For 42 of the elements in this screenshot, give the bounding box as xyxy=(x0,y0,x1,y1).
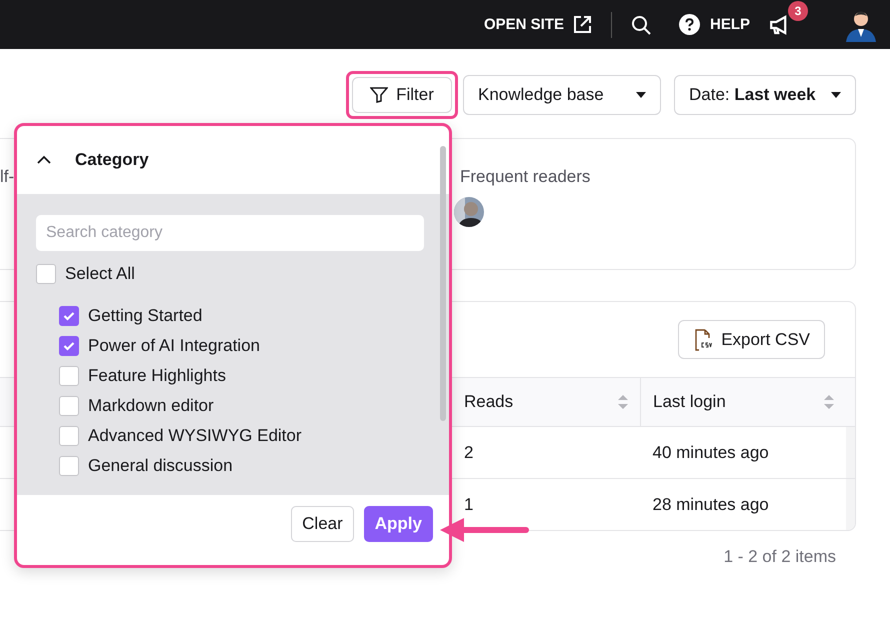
filter-icon xyxy=(370,86,388,102)
pagination-summary: 1 - 2 of 2 items xyxy=(724,547,836,566)
checkbox[interactable] xyxy=(36,264,56,284)
column-header[interactable]: Reads xyxy=(452,378,640,426)
checkbox-label[interactable]: Select All xyxy=(65,264,135,284)
caret-icon xyxy=(636,92,646,98)
clear-button[interactable]: Clear xyxy=(291,506,354,542)
filter-button[interactable]: Filter xyxy=(352,76,452,112)
checkbox[interactable] xyxy=(59,366,79,386)
checkbox[interactable] xyxy=(59,306,79,326)
export-csv-button[interactable]: Export CSV xyxy=(678,320,825,359)
checkbox-label[interactable]: Advanced WYSIWYG Editor xyxy=(88,426,302,446)
notification-badge: 3 xyxy=(788,0,808,20)
checkbox[interactable] xyxy=(59,336,79,356)
check-icon xyxy=(63,311,75,321)
checkbox[interactable] xyxy=(59,426,79,446)
caret-icon xyxy=(831,92,841,98)
chevron-icon[interactable] xyxy=(37,155,51,165)
help-icon[interactable] xyxy=(678,14,700,35)
column-label: lf- xyxy=(0,167,14,187)
section-label: Frequent readers xyxy=(460,167,590,186)
checkbox-label[interactable]: Markdown editor xyxy=(88,396,214,416)
csv-file-icon xyxy=(693,328,714,350)
checkbox[interactable] xyxy=(59,396,79,416)
checkbox-label[interactable]: Power of AI Integration xyxy=(88,336,260,356)
search-icon[interactable] xyxy=(630,14,651,34)
search-field[interactable]: Search category xyxy=(36,215,424,251)
scrollbar-thumb[interactable] xyxy=(440,146,446,421)
checkbox-label[interactable]: General discussion xyxy=(88,456,233,476)
check-icon xyxy=(63,341,75,351)
section-title[interactable]: Category xyxy=(75,150,149,170)
help-link[interactable]: HELP xyxy=(710,16,750,33)
apply-button[interactable]: Apply xyxy=(364,506,433,542)
column-header[interactable]: Last login xyxy=(640,378,846,426)
megaphone-icon[interactable] xyxy=(770,12,787,36)
type-dropdown[interactable]: Knowledge base xyxy=(463,74,661,114)
external-link-icon[interactable] xyxy=(572,14,592,34)
checkbox-label[interactable]: Getting Started xyxy=(88,306,202,326)
checkbox[interactable] xyxy=(59,456,79,476)
open-site-link[interactable]: OPEN SITE xyxy=(484,16,564,33)
date-dropdown[interactable]: Date: Last week xyxy=(674,74,856,114)
checkbox-label[interactable]: Feature Highlights xyxy=(88,366,226,386)
